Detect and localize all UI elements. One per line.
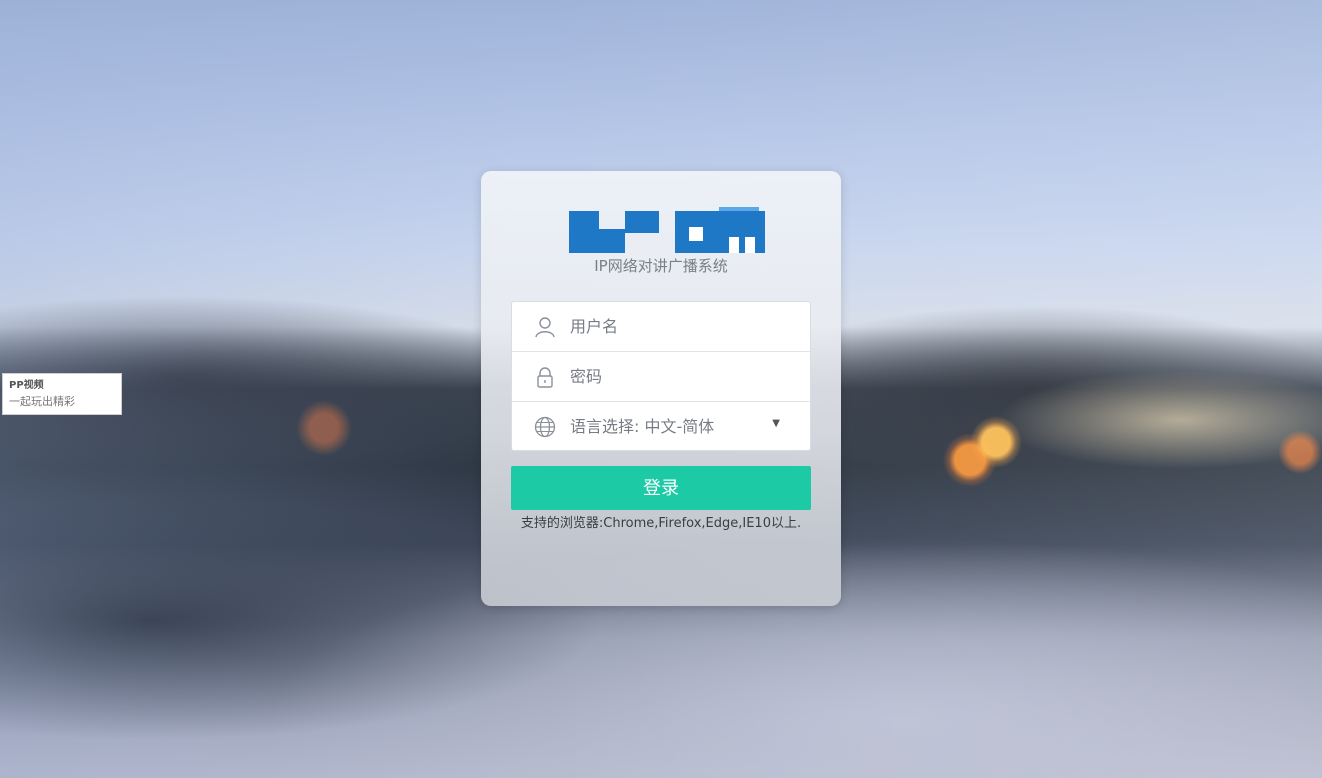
language-selected-value: 语言选择: 中文-简体 (570, 417, 715, 436)
username-field[interactable]: 用户名 (512, 302, 810, 352)
login-card: IP网络对讲广播系统 用户名 密码 语言选择: 中文-简体 ▼ 登录 支持的浏览… (481, 171, 841, 606)
username-placeholder: 用户名 (570, 317, 619, 336)
popup-tooltip[interactable]: PP视频 一起玩出精彩 (2, 373, 122, 415)
system-subtitle: IP网络对讲广播系统 (594, 257, 728, 275)
tooltip-title: PP视频 (9, 380, 44, 391)
caret-down-icon[interactable]: ▼ (772, 418, 780, 429)
password-field[interactable]: 密码 (512, 352, 810, 402)
brand-logo (569, 207, 765, 253)
supported-browsers-note: 支持的浏览器:Chrome,Firefox,Edge,IE10以上. (520, 516, 802, 531)
globe-icon (534, 416, 556, 438)
login-form: 用户名 密码 语言选择: 中文-简体 ▼ (511, 301, 811, 451)
login-button[interactable]: 登录 (511, 466, 811, 510)
lock-icon (537, 367, 553, 388)
user-icon (535, 317, 555, 338)
tooltip-subtitle: 一起玩出精彩 (9, 395, 75, 408)
password-placeholder: 密码 (570, 367, 603, 386)
language-select[interactable]: 语言选择: 中文-简体 ▼ (512, 402, 810, 451)
